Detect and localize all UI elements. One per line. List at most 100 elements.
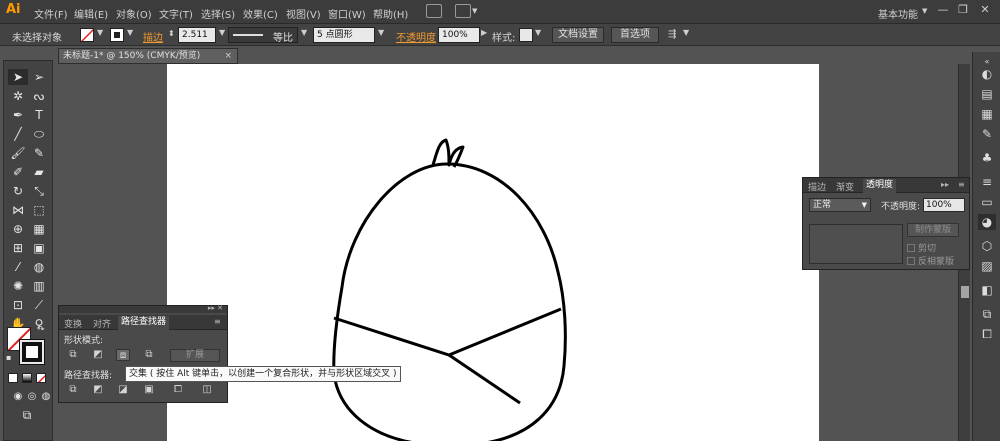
- pen-icon[interactable]: ✒: [8, 107, 28, 123]
- swap-fill-stroke-icon[interactable]: ↷: [37, 325, 45, 335]
- tab-gradient[interactable]: 渐变: [836, 180, 854, 193]
- default-colors-icon[interactable]: ▪: [6, 353, 11, 362]
- merge-icon[interactable]: ◪: [116, 384, 130, 396]
- magic-wand-icon[interactable]: ✲: [8, 88, 28, 104]
- close-window-button[interactable]: ✕: [974, 3, 996, 17]
- perspective-grid-icon[interactable]: ▦: [29, 221, 49, 237]
- minus-back-icon[interactable]: ◫: [200, 384, 214, 396]
- direct-selection-tool-icon[interactable]: ➢: [29, 69, 49, 85]
- menu-object[interactable]: 对象(O): [116, 6, 152, 21]
- tab-pathfinder[interactable]: 路径查找器: [118, 316, 170, 330]
- tab-transparency[interactable]: 透明度: [863, 179, 897, 193]
- exclude-icon[interactable]: ⧉: [142, 349, 156, 361]
- stroke-stepper-icon[interactable]: ⬍: [168, 29, 175, 38]
- brushes-icon[interactable]: ✎: [978, 126, 996, 142]
- panel-collapse-icon[interactable]: ▸▸: [941, 180, 949, 189]
- divide-icon[interactable]: ⧉: [66, 384, 80, 396]
- document-setup-button[interactable]: 文档设置: [552, 27, 604, 43]
- stroke-panel-icon[interactable]: ≡: [978, 174, 996, 190]
- bird-drawing[interactable]: [167, 64, 819, 441]
- lasso-icon[interactable]: ᔓ: [29, 88, 49, 104]
- document-tab[interactable]: 未标题-1* @ 150% (CMYK/预览) ×: [58, 48, 238, 64]
- fill-dropdown-icon[interactable]: ▼: [97, 28, 103, 37]
- menu-help[interactable]: 帮助(H): [373, 6, 408, 21]
- menu-select[interactable]: 选择(S): [201, 6, 235, 21]
- artboard[interactable]: [167, 64, 819, 441]
- stroke-weight-dropdown-icon[interactable]: ▼: [219, 28, 225, 37]
- arrange-icon[interactable]: ⇶: [668, 29, 676, 40]
- menu-type[interactable]: 文字(T): [159, 6, 193, 21]
- panel-menu-icon[interactable]: ≡: [958, 180, 965, 189]
- brush-chevron-icon[interactable]: ▼: [378, 28, 384, 37]
- panel-collapse-icon[interactable]: ▸▸ ✕: [208, 304, 223, 312]
- rotate-icon[interactable]: ↻: [8, 183, 28, 199]
- shape-builder-icon[interactable]: ⊕: [8, 221, 28, 237]
- transform-panel-icon[interactable]: ⧠: [978, 326, 996, 342]
- menu-edit[interactable]: 编辑(E): [74, 6, 108, 21]
- color-guide-icon[interactable]: ▤: [978, 86, 996, 102]
- workspace-switcher[interactable]: 基本功能: [878, 6, 918, 21]
- mesh-icon[interactable]: ⊞: [8, 240, 28, 256]
- outline-icon[interactable]: ⧠: [171, 384, 185, 396]
- screen-mode-icon[interactable]: ⧉: [17, 407, 37, 423]
- preferences-button[interactable]: 首选项: [611, 27, 659, 43]
- gradient-mode-icon[interactable]: [22, 373, 32, 383]
- close-tab-icon[interactable]: ×: [224, 49, 232, 63]
- panel-menu-icon[interactable]: ≡: [214, 317, 221, 326]
- crop-icon[interactable]: ▣: [142, 384, 156, 396]
- artboards-panel-icon[interactable]: ⧉: [978, 306, 996, 322]
- color-panel-icon[interactable]: ◐: [978, 66, 996, 82]
- stroke-swatch[interactable]: [110, 28, 124, 42]
- width-icon[interactable]: ⋈: [8, 202, 28, 218]
- trim-icon[interactable]: ◩: [91, 384, 105, 396]
- color-mode-icon[interactable]: [8, 373, 18, 383]
- style-chevron-icon[interactable]: ▼: [535, 28, 541, 37]
- layers-icon[interactable]: ◧: [978, 282, 996, 298]
- menu-view[interactable]: 视图(V): [286, 6, 321, 21]
- profile-chevron-icon[interactable]: ▼: [301, 28, 307, 37]
- opacity-input[interactable]: 100%: [438, 27, 480, 43]
- menu-window[interactable]: 窗口(W): [328, 6, 366, 21]
- brush-dropdown[interactable]: 5 点圆形: [313, 27, 375, 43]
- swatches-icon[interactable]: ▦: [978, 106, 996, 122]
- fill-none-swatch[interactable]: [80, 28, 94, 42]
- stroke-color-box[interactable]: [19, 339, 45, 365]
- minimize-button[interactable]: —: [932, 3, 954, 17]
- selection-tool-icon[interactable]: ➤: [8, 69, 28, 85]
- opacity-label[interactable]: 不透明度: [396, 29, 436, 44]
- tab-align[interactable]: 对齐: [93, 317, 111, 330]
- transparency-opacity-input[interactable]: 100%: [923, 198, 965, 212]
- none-mode-icon[interactable]: [36, 373, 46, 383]
- arrange-chevron-icon[interactable]: ▼: [683, 28, 689, 37]
- pencil-icon[interactable]: ✎: [29, 145, 49, 161]
- line-icon[interactable]: ╱: [8, 126, 28, 142]
- appearance-icon[interactable]: ⬡: [978, 238, 996, 254]
- unite-icon[interactable]: ⧉: [66, 349, 80, 361]
- graphic-styles-icon[interactable]: ▨: [978, 258, 996, 274]
- graphic-style-swatch[interactable]: [519, 28, 533, 42]
- stroke-label[interactable]: 描边: [143, 29, 163, 44]
- menu-effect[interactable]: 效果(C): [243, 6, 278, 21]
- symbols-icon[interactable]: ♣: [978, 150, 996, 166]
- opacity-chevron-icon[interactable]: ▶: [481, 28, 487, 37]
- gradient-icon[interactable]: ▣: [29, 240, 49, 256]
- chevron-down-icon[interactable]: ▼: [472, 7, 477, 15]
- eraser-icon[interactable]: ▰: [29, 164, 49, 180]
- clip-checkbox[interactable]: 剪切: [907, 241, 936, 254]
- blob-brush-icon[interactable]: ✐: [8, 164, 28, 180]
- scrollbar-thumb[interactable]: [961, 286, 969, 298]
- transparency-panel-icon[interactable]: ◕: [978, 214, 996, 230]
- eyedropper-icon[interactable]: ⁄: [8, 259, 28, 275]
- draw-inside-icon[interactable]: ◍: [36, 389, 56, 405]
- stroke-weight-input[interactable]: 2.511: [178, 27, 216, 43]
- artboard-icon[interactable]: ⊡: [8, 297, 28, 313]
- type-icon[interactable]: T: [29, 107, 49, 123]
- ellipse-icon[interactable]: ⬭: [29, 126, 49, 142]
- stroke-dropdown-icon[interactable]: ▼: [127, 28, 133, 37]
- make-mask-button[interactable]: 制作蒙版: [907, 223, 959, 237]
- restore-button[interactable]: ❐: [952, 3, 974, 17]
- paintbrush-icon[interactable]: 🖌: [8, 145, 28, 161]
- arrange-documents-icon[interactable]: [455, 4, 471, 18]
- column-graph-icon[interactable]: ▥: [29, 278, 49, 294]
- intersect-icon[interactable]: ⧈: [116, 349, 130, 361]
